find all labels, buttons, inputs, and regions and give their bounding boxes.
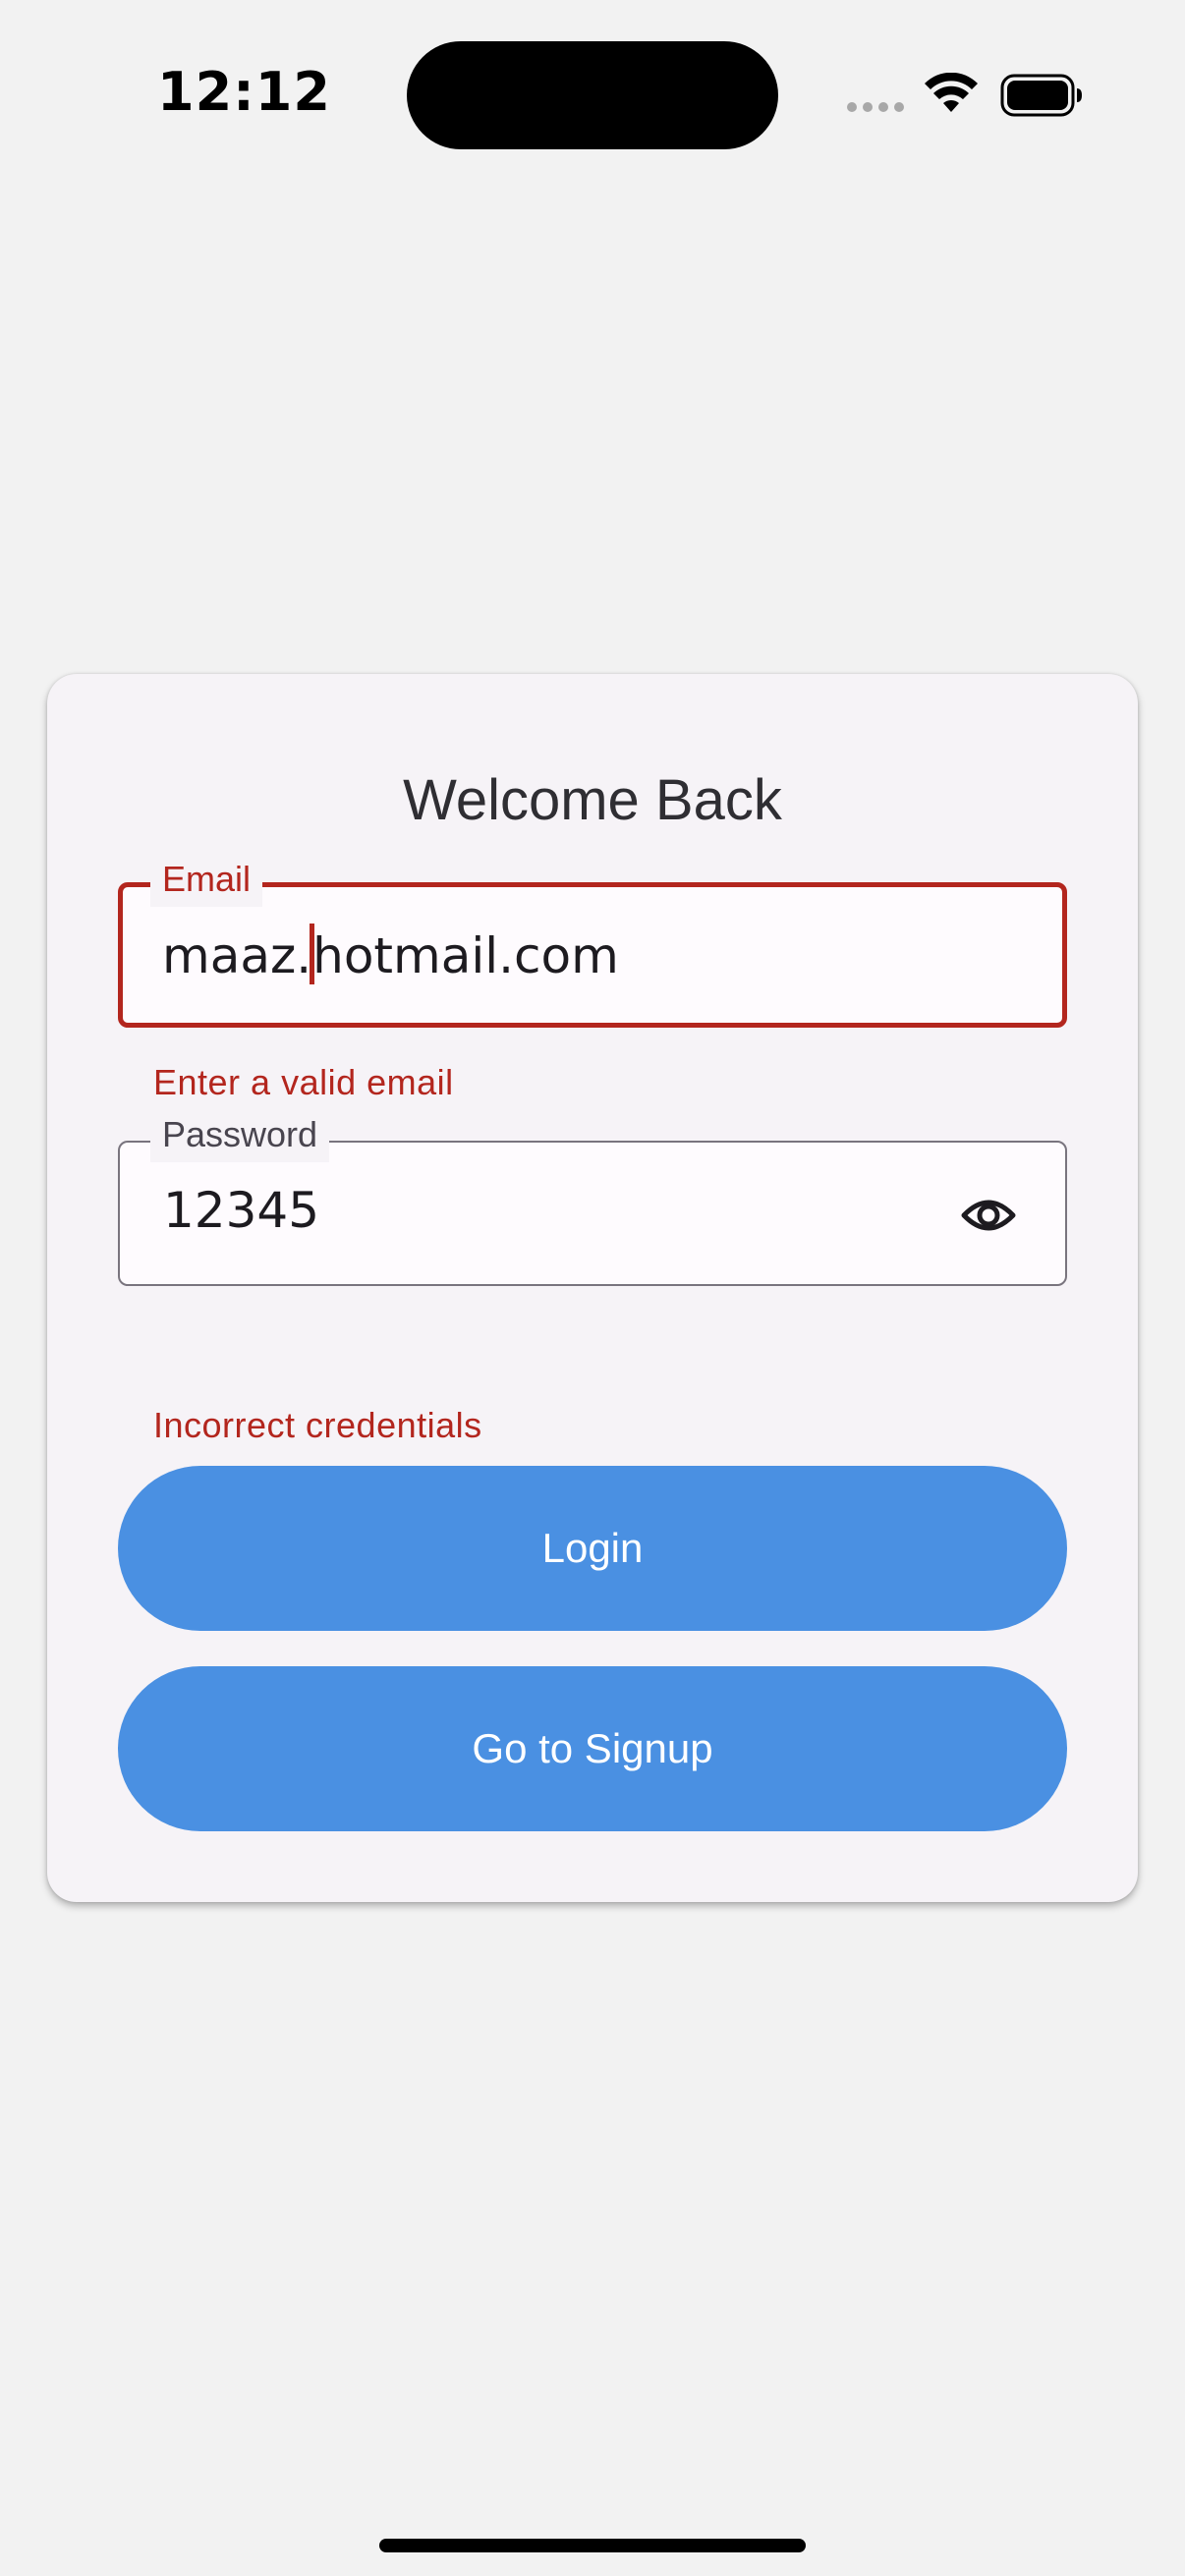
email-error-text: Enter a valid email [153, 1062, 454, 1102]
email-field-value[interactable]: maaz.hotmail.com [162, 924, 619, 984]
credentials-error-text: Incorrect credentials [153, 1405, 482, 1445]
email-value-before-caret: maaz. [162, 927, 312, 984]
status-bar: 12:12 [0, 0, 1185, 196]
go-to-signup-button[interactable]: Go to Signup [118, 1666, 1067, 1831]
login-button[interactable]: Login [118, 1466, 1067, 1631]
status-time: 12:12 [157, 61, 331, 123]
wifi-icon [925, 73, 978, 112]
page-title: Welcome Back [403, 768, 782, 832]
home-indicator[interactable] [379, 2539, 806, 2552]
login-card: Welcome Back Email maaz.hotmail.com Ente… [47, 674, 1138, 1902]
dynamic-island [407, 41, 778, 149]
signal-dots-icon [847, 102, 904, 112]
email-value-after-caret: hotmail.com [312, 927, 619, 984]
password-field-value[interactable]: 12345 [163, 1182, 319, 1239]
battery-icon [1000, 74, 1082, 117]
password-field-label: Password [150, 1107, 330, 1162]
email-field[interactable]: Email maaz.hotmail.com [118, 852, 1067, 1028]
password-field[interactable]: Password 12345 [118, 1107, 1067, 1286]
email-field-label: Email [150, 852, 263, 907]
eye-icon[interactable] [961, 1188, 1016, 1243]
